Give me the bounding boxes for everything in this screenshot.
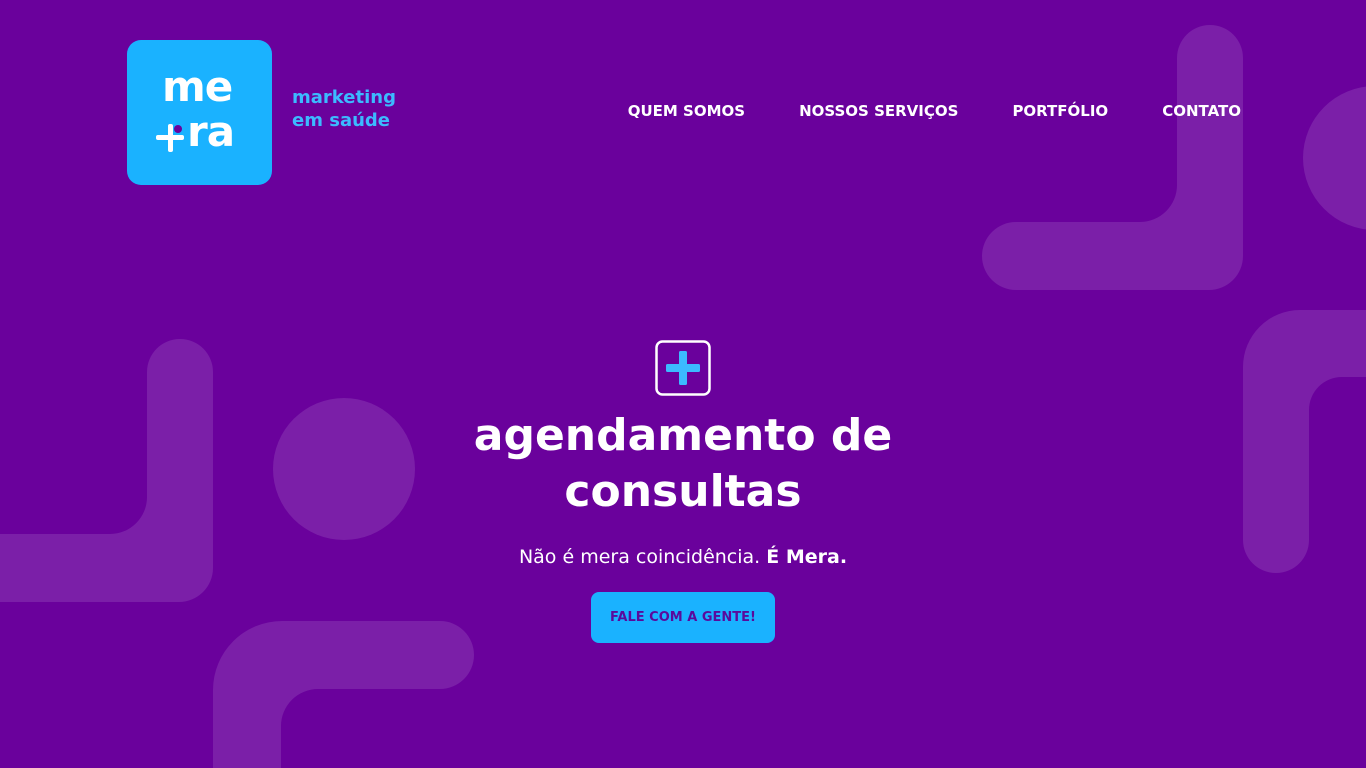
hero-section: agendamento de consultas Não é mera coin… bbox=[0, 340, 1366, 643]
main-nav: QUEM SOMOS NOSSOS SERVIÇOS PORTFÓLIO CON… bbox=[574, 99, 1241, 123]
tagline: marketing em saúde bbox=[292, 86, 396, 132]
nav-item-contato[interactable]: CONTATO bbox=[1162, 99, 1241, 123]
logo[interactable]: me ra bbox=[127, 40, 272, 185]
decor-l-shape-top-right bbox=[982, 25, 1243, 290]
nav-item-quem-somos[interactable]: QUEM SOMOS bbox=[628, 99, 745, 123]
page: me ra marketing em saúde QUEM SOMOS NOSS… bbox=[0, 0, 1366, 768]
hero-subtitle: Não é mera coincidência. É Mera. bbox=[0, 544, 1366, 570]
plus-square-icon bbox=[655, 340, 711, 396]
nav-item-nossos-servicos[interactable]: NOSSOS SERVIÇOS bbox=[799, 99, 958, 123]
nav-item-portfolio[interactable]: PORTFÓLIO bbox=[1012, 99, 1108, 123]
tagline-line-1: marketing bbox=[292, 87, 396, 108]
hero-title: agendamento de consultas bbox=[473, 410, 893, 517]
decor-l-shape-bottom-left bbox=[213, 621, 474, 768]
hero-subtitle-emphasis: É Mera. bbox=[766, 546, 848, 568]
tagline-line-2: em saúde bbox=[292, 110, 390, 131]
contact-cta-button[interactable]: FALE COM A GENTE! bbox=[591, 592, 775, 643]
logo-text-bottom: ra bbox=[187, 107, 235, 156]
logo-text-top: me bbox=[162, 62, 233, 111]
decor-circle-top-right bbox=[1303, 86, 1366, 230]
hero-subtitle-text: Não é mera coincidência. bbox=[518, 546, 767, 568]
logo-plus-icon bbox=[156, 124, 184, 152]
